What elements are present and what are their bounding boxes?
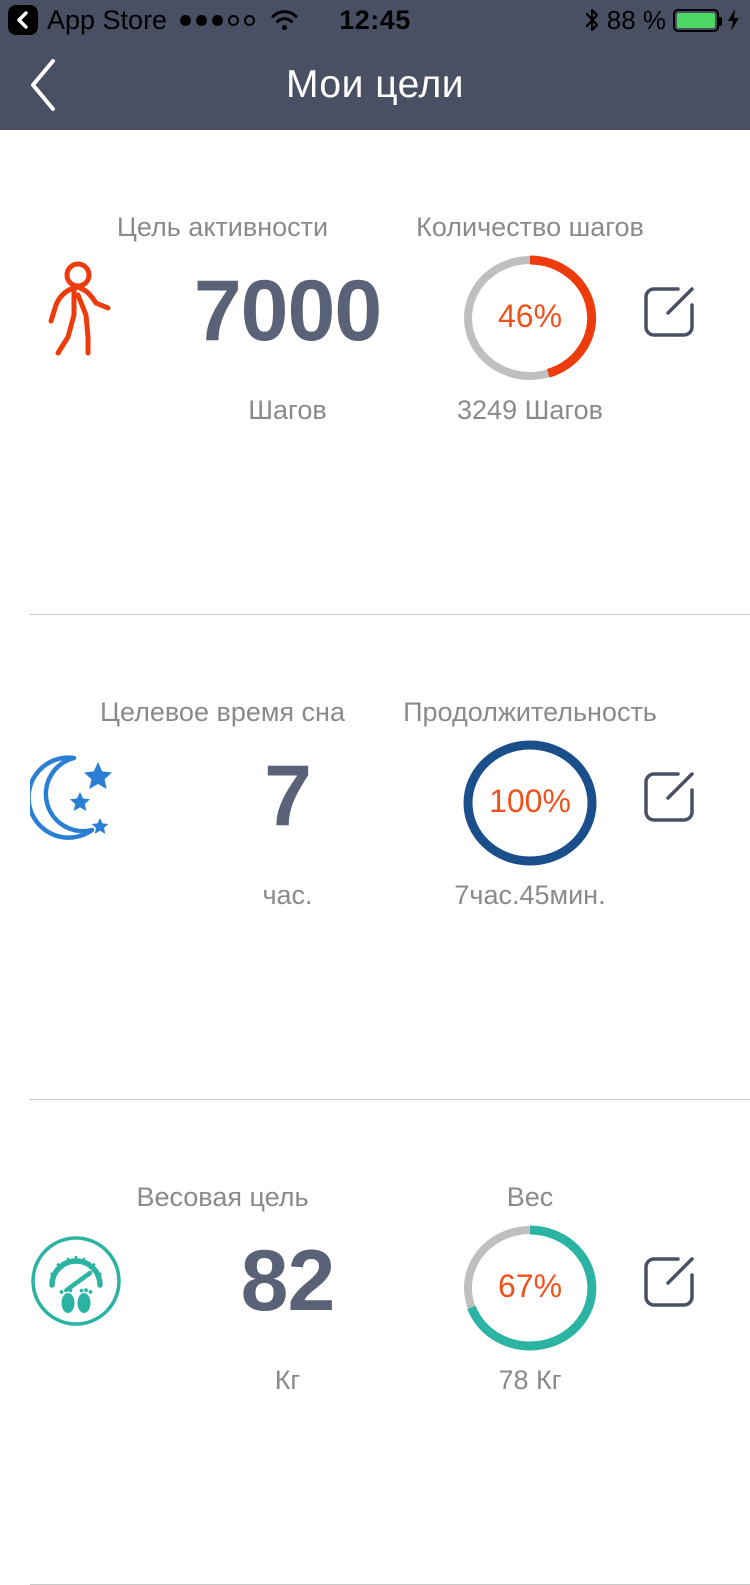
progress-sub-label: 78 Кг [498, 1365, 562, 1395]
battery-icon [673, 8, 722, 32]
battery-nub [719, 16, 722, 26]
progress-percent-label: 100% [489, 783, 571, 819]
progress-label: Количество шагов [416, 212, 644, 242]
edit-pencil-icon [644, 1257, 694, 1307]
goal-value: 7000 [193, 263, 382, 359]
weight-scale-icon [24, 1222, 128, 1340]
section-divider [30, 1099, 750, 1100]
page-title: Мои цели [285, 63, 465, 106]
edit-goal-button-weight[interactable] [640, 1253, 702, 1315]
progress-sub-label: 3249 Шагов [457, 395, 603, 425]
walking-person-icon [24, 252, 128, 370]
navigation-bar: Мои цели [0, 40, 750, 130]
progress-ring-activity: 46% [455, 248, 605, 388]
bluetooth-icon [585, 8, 598, 32]
status-bar: App Store 12:45 88 % [0, 0, 750, 40]
goal-row-sleep: Целевое время сна Продолжительность 7 ча… [0, 675, 750, 971]
progress-label: Продолжительность [403, 697, 657, 727]
edit-goal-button-sleep[interactable] [640, 768, 702, 830]
goals-list: Цель активности Количество шагов 7000 Ша… [0, 190, 750, 1585]
progress-label: Вес [506, 1182, 554, 1212]
goal-value: 82 [240, 1233, 336, 1329]
progress-sub-label: 7час.45мин. [454, 880, 606, 910]
edit-pencil-icon [644, 287, 694, 337]
edit-pencil-icon [644, 772, 694, 822]
goal-unit: Кг [274, 1365, 301, 1395]
battery-percent-label: 88 % [606, 4, 666, 35]
progress-percent-label: 67% [497, 1268, 563, 1304]
goal-row-activity: Цель активности Количество шагов 7000 Ша… [0, 190, 750, 486]
progress-ring-sleep: 100% [455, 733, 605, 873]
goal-row-weight: Весовая цель Вес 82 Кг 67% 78 Кг [0, 1160, 750, 1456]
battery-fill [677, 12, 715, 28]
moon-stars-icon [24, 737, 128, 855]
goal-unit: час. [262, 880, 313, 910]
progress-ring-weight: 67% [455, 1218, 605, 1358]
edit-goal-button-activity[interactable] [640, 283, 702, 345]
status-bar-right: 88 % [584, 5, 741, 36]
goal-value: 7 [264, 748, 312, 844]
goal-unit: Шагов [248, 395, 327, 425]
progress-percent-label: 46% [497, 298, 563, 334]
lightning-bolt-icon [728, 9, 739, 31]
section-divider [30, 614, 750, 615]
